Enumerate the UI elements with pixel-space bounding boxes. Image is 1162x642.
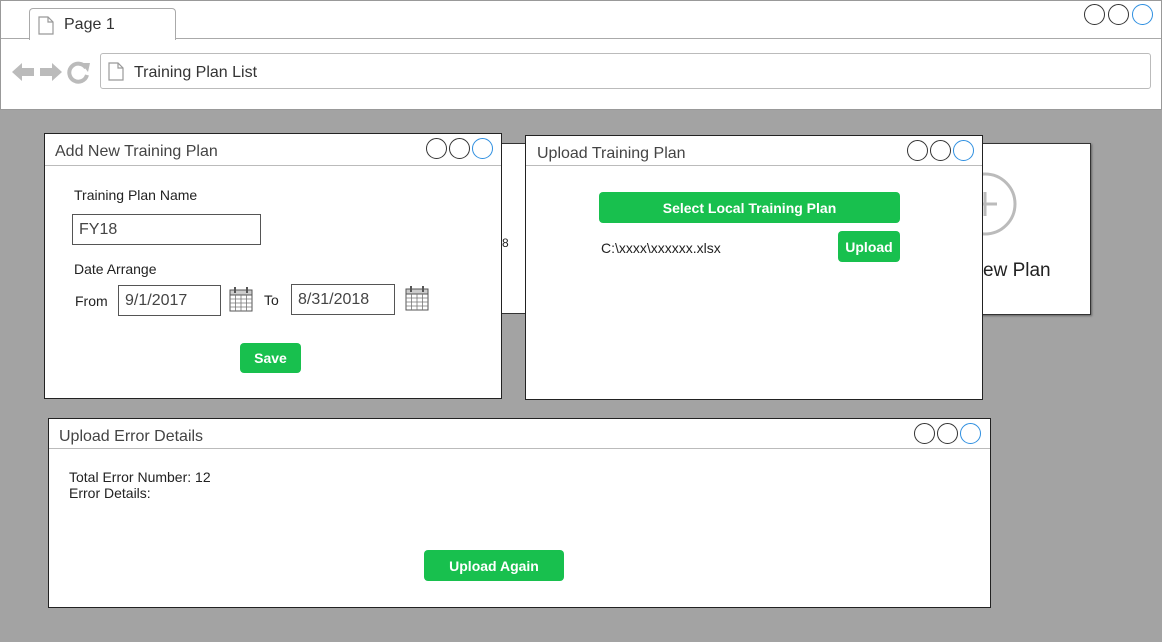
window-title: Upload Error Details	[59, 428, 204, 445]
upload-button[interactable]: Upload	[838, 231, 900, 262]
page-icon	[38, 16, 54, 40]
address-text: Training Plan List	[134, 64, 258, 81]
save-button[interactable]: Save	[240, 343, 301, 373]
close-icon[interactable]	[1132, 4, 1153, 25]
calendar-icon[interactable]	[405, 285, 429, 316]
select-local-plan-button[interactable]: Select Local Training Plan	[599, 192, 900, 223]
window-controls	[907, 140, 974, 161]
upload-again-button[interactable]: Upload Again	[424, 550, 564, 581]
minimize-icon[interactable]	[914, 423, 935, 444]
maximize-icon[interactable]	[937, 423, 958, 444]
from-date-input[interactable]: 9/1/2017	[118, 285, 221, 316]
browser-window-controls	[1084, 4, 1153, 25]
to-date-input[interactable]: 8/31/2018	[291, 284, 395, 315]
upload-error-details-window: Upload Error Details Total Error Number:…	[48, 418, 991, 608]
browser-tab[interactable]: Page 1	[29, 8, 176, 40]
from-label: From	[75, 293, 108, 309]
address-bar[interactable]: Training Plan List	[100, 53, 1151, 89]
back-arrow-icon[interactable]	[11, 61, 35, 88]
minimize-icon[interactable]	[426, 138, 447, 159]
title-divider	[49, 448, 990, 449]
close-icon[interactable]	[953, 140, 974, 161]
close-icon[interactable]	[960, 423, 981, 444]
window-title: Upload Training Plan	[537, 145, 686, 162]
plan-name-input[interactable]: FY18	[72, 214, 261, 245]
navigation-buttons	[11, 60, 91, 89]
browser-chrome: Page 1 Training Plan List	[0, 0, 1162, 110]
window-title: Add New Training Plan	[55, 143, 218, 160]
new-plan-label: ew Plan	[983, 260, 1051, 281]
minimize-icon[interactable]	[907, 140, 928, 161]
to-label: To	[264, 292, 279, 308]
maximize-icon[interactable]	[1108, 4, 1129, 25]
tab-gap	[30, 38, 175, 40]
tab-label: Page 1	[64, 16, 115, 33]
reload-icon[interactable]	[67, 60, 91, 89]
maximize-icon[interactable]	[930, 140, 951, 161]
error-details-label: Error Details:	[69, 485, 151, 501]
title-divider	[526, 165, 982, 166]
calendar-icon[interactable]	[229, 286, 253, 317]
forward-arrow-icon[interactable]	[39, 61, 63, 88]
maximize-icon[interactable]	[449, 138, 470, 159]
add-training-plan-window: Add New Training Plan Training Plan Name…	[44, 133, 502, 399]
window-controls	[426, 138, 493, 159]
page-icon	[108, 62, 124, 86]
background-card-text: 8	[502, 236, 509, 250]
file-path-text: C:\xxxx\xxxxxx.xlsx	[601, 240, 721, 256]
window-controls	[914, 423, 981, 444]
close-icon[interactable]	[472, 138, 493, 159]
upload-training-plan-window: Upload Training Plan Select Local Traini…	[525, 135, 983, 400]
plan-name-label: Training Plan Name	[74, 187, 198, 203]
total-error-number: Total Error Number: 12	[69, 469, 211, 485]
date-arrange-label: Date Arrange	[74, 261, 157, 277]
title-divider	[45, 165, 501, 166]
minimize-icon[interactable]	[1084, 4, 1105, 25]
